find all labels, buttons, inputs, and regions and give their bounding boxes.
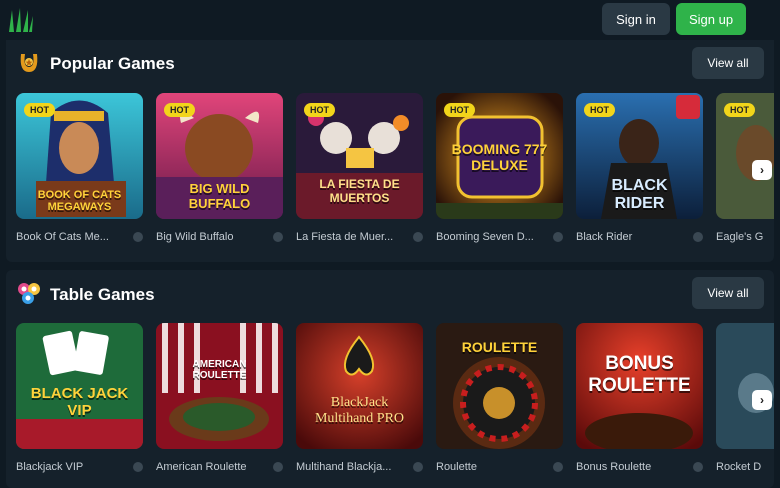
info-icon[interactable] xyxy=(693,232,703,242)
game-name[interactable]: Roulette xyxy=(436,461,548,473)
section-title: Popular Games xyxy=(50,54,175,73)
game-thumbnail[interactable]: BlackJack Multihand PRO xyxy=(296,323,423,449)
game-card[interactable]: HOT LA FIESTA DE MUERTOS La Fiesta de Mu… xyxy=(296,93,423,243)
claw-logo-icon[interactable] xyxy=(6,6,34,34)
hot-badge: HOT xyxy=(304,103,335,117)
game-name[interactable]: American Roulette xyxy=(156,461,268,473)
hot-badge: HOT xyxy=(724,103,755,117)
game-thumbnail[interactable]: BONUS ROULETTE xyxy=(576,323,703,449)
game-card[interactable]: HOT Eagle's G xyxy=(716,93,774,243)
game-card[interactable]: HOT BIG WILD BUFFALO Big Wild Buffalo xyxy=(156,93,283,243)
game-name[interactable]: Eagle's G xyxy=(716,231,774,243)
top-bar: Sign in Sign up xyxy=(0,0,780,40)
game-thumbnail[interactable]: HOT BOOMING 777 DELUXE xyxy=(436,93,563,219)
game-carousel: HOT BOOK OF CATS MEGAWAYS Book Of Cats M… xyxy=(16,93,774,253)
game-name[interactable]: Booming Seven D... xyxy=(436,231,548,243)
game-thumbnail[interactable]: BLACK JACK VIP xyxy=(16,323,143,449)
hot-badge: HOT xyxy=(444,103,475,117)
game-thumbnail[interactable] xyxy=(716,323,774,449)
view-all-button[interactable]: View all xyxy=(692,47,764,79)
info-icon[interactable] xyxy=(693,462,703,472)
section-title: Table Games xyxy=(50,285,155,304)
game-art-title: LA FIESTA DE MUERTOS xyxy=(319,177,400,205)
game-card[interactable]: BlackJack Multihand PRO Multihand Blackj… xyxy=(296,323,423,473)
game-thumbnail[interactable]: HOT BOOK OF CATS MEGAWAYS xyxy=(16,93,143,219)
game-card[interactable]: HOT BLACK RIDER Black Rider xyxy=(576,93,703,243)
game-name[interactable]: Black Rider xyxy=(576,231,688,243)
game-card[interactable]: HOT BOOMING 777 DELUXE Booming Seven D..… xyxy=(436,93,563,243)
view-all-button[interactable]: View all xyxy=(692,277,764,309)
game-art-title: ROULETTE xyxy=(461,339,538,355)
sign-in-button[interactable]: Sign in xyxy=(602,3,670,35)
game-art-title: AMERICAN ROULETTE xyxy=(192,359,247,381)
game-art-title: BOOK OF CATS MEGAWAYS xyxy=(37,189,122,213)
game-card[interactable]: HOT BOOK OF CATS MEGAWAYS Book Of Cats M… xyxy=(16,93,143,243)
horseshoe-icon xyxy=(20,54,38,72)
hot-badge: HOT xyxy=(24,103,55,117)
carousel-next-button[interactable]: › xyxy=(752,160,772,180)
info-icon[interactable] xyxy=(273,232,283,242)
game-thumbnail[interactable]: HOT LA FIESTA DE MUERTOS xyxy=(296,93,423,219)
sign-up-button[interactable]: Sign up xyxy=(676,3,746,35)
game-art-title: BlackJack Multihand PRO xyxy=(314,395,405,426)
game-art-title: BIG WILD BUFFALO xyxy=(188,181,251,211)
game-name[interactable]: La Fiesta de Muer... xyxy=(296,231,408,243)
game-name[interactable]: Book Of Cats Me... xyxy=(16,231,128,243)
game-art-title: BOOMING 777 DELUXE xyxy=(451,141,548,173)
game-carousel: BLACK JACK VIP Blackjack VIP AMERICAN RO… xyxy=(16,323,774,483)
game-card[interactable]: AMERICAN ROULETTE American Roulette xyxy=(156,323,283,473)
game-name[interactable]: Blackjack VIP xyxy=(16,461,128,473)
hot-badge: HOT xyxy=(584,103,615,117)
info-icon[interactable] xyxy=(413,232,423,242)
game-card[interactable]: BLACK JACK VIP Blackjack VIP xyxy=(16,323,143,473)
game-name[interactable]: Bonus Roulette xyxy=(576,461,688,473)
game-name[interactable]: Big Wild Buffalo xyxy=(156,231,268,243)
game-thumbnail[interactable]: HOT BIG WILD BUFFALO xyxy=(156,93,283,219)
info-icon[interactable] xyxy=(413,462,423,472)
game-art-title: BLACK JACK VIP xyxy=(30,385,129,419)
popular-games-section: Popular Games View all HOT BOOK OF CATS … xyxy=(6,40,774,262)
lottery-balls-icon xyxy=(18,283,40,304)
game-name[interactable]: Rocket D xyxy=(716,461,774,473)
game-name[interactable]: Multihand Blackja... xyxy=(296,461,408,473)
game-thumbnail[interactable]: ROULETTE xyxy=(436,323,563,449)
game-card[interactable]: Rocket D xyxy=(716,323,774,473)
info-icon[interactable] xyxy=(133,232,143,242)
game-card[interactable]: BONUS ROULETTE Bonus Roulette xyxy=(576,323,703,473)
game-art-title: BONUS ROULETTE xyxy=(588,353,691,396)
table-games-section: Table Games View all BLACK JACK VIP Blac… xyxy=(6,270,774,488)
game-thumbnail[interactable]: HOT BLACK RIDER xyxy=(576,93,703,219)
game-thumbnail[interactable]: AMERICAN ROULETTE xyxy=(156,323,283,449)
info-icon[interactable] xyxy=(553,232,563,242)
hot-badge: HOT xyxy=(164,103,195,117)
info-icon[interactable] xyxy=(273,462,283,472)
game-art-title: BLACK RIDER xyxy=(611,177,668,212)
carousel-next-button[interactable]: › xyxy=(752,390,772,410)
info-icon[interactable] xyxy=(133,462,143,472)
info-icon[interactable] xyxy=(553,462,563,472)
game-thumbnail[interactable]: HOT xyxy=(716,93,774,219)
game-card[interactable]: ROULETTE Roulette xyxy=(436,323,563,473)
